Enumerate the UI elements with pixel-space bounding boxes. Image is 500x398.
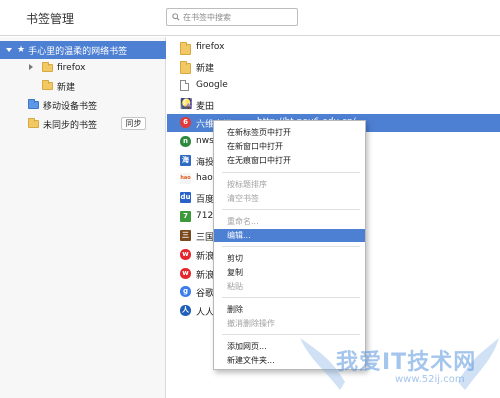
menu-copy[interactable]: 复制: [214, 266, 365, 279]
bookmark-label: Google: [196, 80, 228, 90]
sidebar-item-label: 新建: [57, 82, 76, 93]
site-icon: 7: [180, 211, 191, 222]
menu-open-new-window[interactable]: 在新窗口中打开: [214, 140, 365, 153]
header: 书签管理: [0, 0, 500, 36]
bookmark-label: 谷歌: [196, 289, 215, 299]
menu-undo-delete[interactable]: 撤消删除操作: [214, 317, 365, 330]
sidebar-item-label: 未同步的书签: [43, 120, 98, 131]
folder-icon: [42, 80, 53, 90]
menu-separator: [222, 246, 360, 247]
site-icon: hao: [180, 173, 191, 184]
menu-open-incognito[interactable]: 在无痕窗口中打开: [214, 154, 365, 167]
bookmark-row[interactable]: 新建: [167, 58, 500, 76]
bookmark-row[interactable]: 🎑 麦田: [167, 96, 500, 114]
bookmark-label: 新建: [196, 64, 215, 74]
bookmark-label: 麦田: [196, 102, 215, 112]
page-icon: [180, 80, 189, 91]
search-box[interactable]: [166, 8, 298, 26]
menu-separator: [222, 172, 360, 173]
sidebar-item-new[interactable]: 新建: [0, 77, 166, 95]
search-icon: [172, 13, 180, 21]
menu-rename[interactable]: 重命名...: [214, 215, 365, 228]
site-icon: n: [180, 136, 191, 147]
bookmark-label: firefox: [196, 42, 225, 52]
menu-open-new-tab[interactable]: 在新标签页中打开: [214, 126, 365, 139]
weibo-icon: w: [180, 268, 191, 279]
sidebar-item-firefox[interactable]: firefox: [0, 59, 166, 77]
page-title: 书签管理: [26, 12, 75, 26]
site-icon: du: [180, 192, 191, 203]
collapse-arrow-icon[interactable]: [29, 64, 33, 70]
folder-icon: [28, 118, 39, 128]
star-icon: ★: [17, 45, 26, 55]
menu-clear-bookmarks[interactable]: 清空书签: [214, 192, 365, 205]
site-icon: 三: [180, 230, 191, 241]
site-icon: 🎑: [180, 99, 193, 110]
sync-button[interactable]: 同步: [121, 117, 146, 130]
menu-delete[interactable]: 删除: [214, 303, 365, 316]
weibo-icon: w: [180, 249, 191, 260]
bookmark-label: 新浪: [196, 252, 215, 262]
folder-icon: [180, 42, 191, 55]
site-icon: 海: [180, 155, 191, 166]
watermark: 我爱IT技术网 www.52ij.com: [300, 330, 500, 398]
menu-separator: [222, 209, 360, 210]
sidebar-item-label: 移动设备书签: [43, 101, 98, 112]
sidebar-item-label: firefox: [57, 63, 86, 73]
folder-icon: [180, 61, 191, 74]
menu-edit[interactable]: 编辑...: [214, 229, 365, 242]
bookmark-label: 人人: [196, 308, 215, 318]
sidebar-item-mobile[interactable]: 移动设备书签: [0, 96, 166, 114]
expand-arrow-icon[interactable]: [6, 48, 12, 52]
site-icon: 人: [180, 305, 191, 316]
bookmark-label: 三国: [196, 233, 215, 243]
bookmark-label: 百度: [196, 195, 215, 205]
menu-sort-by-title[interactable]: 按标题排序: [214, 178, 365, 191]
sidebar: ★ 手心里的温柔的网络书签 firefox 新建 移动设备书签 未同步的书签 同…: [0, 37, 166, 398]
menu-cut[interactable]: 剪切: [214, 252, 365, 265]
watermark-text: 我爱IT技术网: [336, 350, 477, 375]
bookmark-label: 新浪: [196, 271, 215, 281]
sidebar-item-label: 手心里的温柔的网络书签: [28, 46, 128, 57]
bookmark-row[interactable]: firefox: [167, 39, 500, 57]
bookmark-row[interactable]: Google: [167, 77, 500, 95]
site-icon: 6: [180, 117, 191, 128]
site-icon: g: [180, 286, 191, 297]
watermark-url: www.52ij.com: [395, 374, 465, 385]
folder-icon: [42, 62, 53, 72]
menu-separator: [222, 297, 360, 298]
search-input[interactable]: [183, 10, 293, 24]
bookmark-label: 海投: [196, 158, 215, 168]
menu-paste[interactable]: 粘贴: [214, 280, 365, 293]
sidebar-item-root[interactable]: ★ 手心里的温柔的网络书签: [0, 41, 166, 59]
folder-icon: [28, 99, 39, 109]
